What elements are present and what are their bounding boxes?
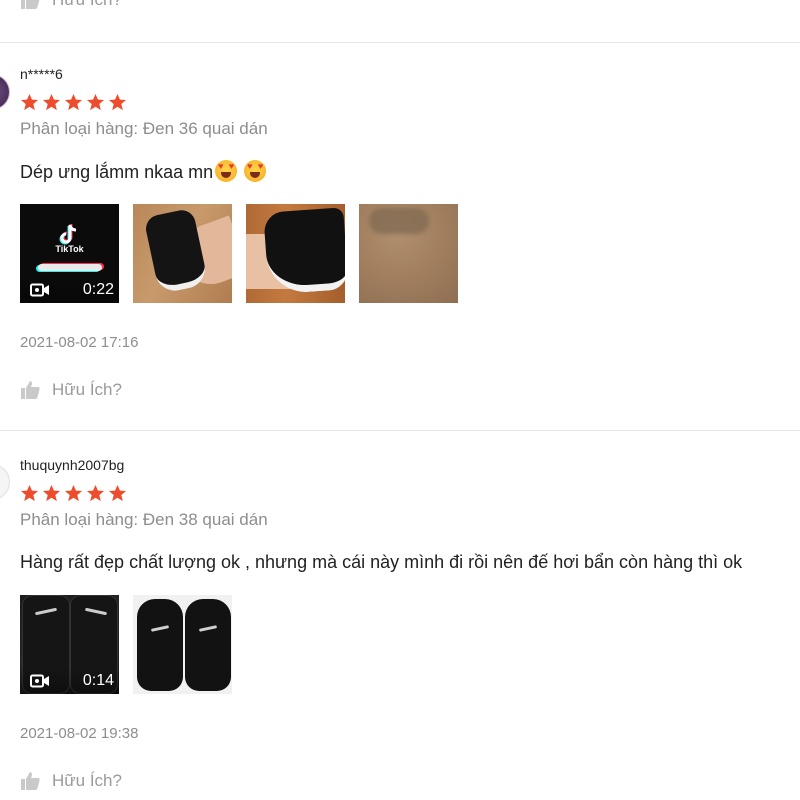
reviewer-username: thuquynh2007bg [20,457,125,473]
helpful-button[interactable]: Hữu Ích? [20,380,122,400]
review-comment: Dép ưng lắmm nkaa mn [20,160,267,183]
star-icon [86,93,105,111]
review-media-row: TikTok 0:22 [20,204,458,303]
tiktok-progress-bar [38,264,102,271]
helpful-label: Hữu Ích? [52,380,122,399]
avatar[interactable] [0,74,10,110]
star-icon [86,484,105,502]
thumbs-up-icon [21,0,40,9]
review-comment: Hàng rất đẹp chất lượng ok , nhưng mà cá… [20,552,743,572]
helpful-label: Hữu Ích? [52,771,122,790]
thumbs-up-icon [21,772,40,790]
star-icon [108,93,127,111]
review-date: 2021-08-02 19:38 [20,725,139,742]
review-photo-thumbnail[interactable] [133,595,232,694]
review-photo-thumbnail[interactable] [359,204,458,303]
review-comment-text: Dép ưng lắmm nkaa mn [20,162,214,182]
avatar[interactable] [0,464,10,500]
tiktok-logo-text: TikTok [55,244,84,254]
product-variant: Phân loại hàng: Đen 36 quai dán [20,119,268,138]
review-divider [0,430,800,431]
helpful-label: Hữu Ích? [52,0,122,10]
review-divider [0,42,800,43]
reviewer-username: n*****6 [20,66,63,82]
star-icon [42,484,61,502]
star-icon [64,93,83,111]
star-icon [64,484,83,502]
review-video-thumbnail[interactable]: TikTok 0:22 [20,204,119,303]
review-photo-thumbnail[interactable] [133,204,232,303]
product-variant: Phân loại hàng: Đen 38 quai dán [20,510,268,529]
video-badge: 0:14 [20,668,119,694]
star-icon [108,484,127,502]
star-icon [20,93,39,111]
helpful-button[interactable]: Hữu Ích? [20,771,122,791]
video-duration: 0:22 [82,281,114,298]
review-date: 2021-08-02 17:16 [20,334,139,351]
review-video-thumbnail[interactable]: 0:14 [20,595,119,694]
star-rating [20,484,127,503]
helpful-button[interactable]: Hữu Ích? [20,0,122,10]
heart-eyes-emoji-icon [215,160,238,182]
video-badge: 0:22 [20,277,119,303]
review-photo-thumbnail[interactable] [246,204,345,303]
video-duration: 0:14 [82,672,114,689]
heart-eyes-emoji-icon [244,160,267,182]
thumbs-up-icon [21,381,40,399]
video-camera-icon [30,283,49,297]
star-icon [42,93,61,111]
video-camera-icon [30,674,49,688]
star-rating [20,93,127,112]
review-media-row: 0:14 [20,595,232,694]
star-icon [20,484,39,502]
